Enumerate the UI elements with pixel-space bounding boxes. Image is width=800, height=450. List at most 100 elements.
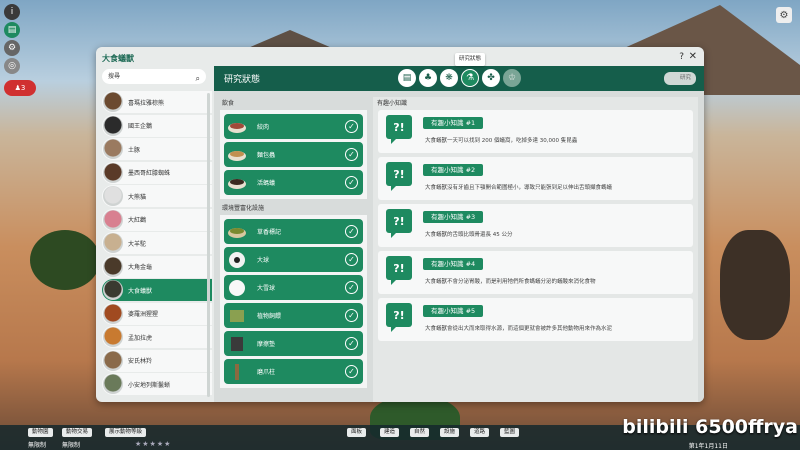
research-item[interactable]: 麵包蟲 ✓ (224, 142, 363, 167)
settings-icon[interactable]: ⚙ (4, 40, 20, 56)
zoopedia-icon[interactable]: ▤ (4, 22, 20, 38)
research-item[interactable]: 大球 ✓ (224, 247, 363, 272)
background-rock (720, 230, 790, 340)
fun-fact-title: 有趣小知識 #2 (423, 164, 484, 176)
panel-header: 研究狀態 ▤ ♣ ❋ ⚗ ✤ ♔ 研究 (214, 66, 704, 91)
species-label: 土豚 (128, 146, 141, 154)
species-label: 大食蟻獸 (128, 287, 153, 295)
species-item[interactable]: 大角金龜 (102, 255, 212, 278)
species-item[interactable]: 大熊貓 (102, 185, 212, 207)
question-bubble-icon: ?! (386, 303, 412, 332)
tool-facility-button[interactable]: 設施 (440, 428, 460, 437)
species-item[interactable]: 婆羅洲猩猩 (102, 302, 212, 325)
snowball-icon (227, 278, 247, 298)
check-icon: ✓ (345, 337, 358, 350)
species-label: 墨西哥紅膝蜘蛛 (128, 170, 171, 177)
fun-fact-card: ?! 有趣小知識 #4 大食蟻獸不會分泌胃酸，而是利用牠們所食螞蟻分泌的蟻酸來消化食… (378, 251, 693, 294)
species-label: 國王企鵝 (128, 123, 153, 130)
fun-fact-card: ?! 有趣小知識 #1 大食蟻獸一天可以找到 200 個蟻窩，吃掉多達 30,000… (378, 110, 693, 153)
flask-icon[interactable]: ⚗ (461, 69, 479, 87)
species-item[interactable]: 小安地列斯鬣蜥 (102, 373, 212, 395)
tree-icon[interactable]: ♣ (419, 69, 437, 87)
research-item[interactable]: 摩擦墊 ✓ (224, 331, 363, 356)
paw-print-icon[interactable]: ❋ (440, 69, 458, 87)
enrichment-label: 環境豐富化設施 (222, 205, 265, 212)
species-label: 大熊貓 (128, 193, 147, 201)
research-item[interactable]: 絞肉 ✓ (224, 114, 363, 139)
search-input[interactable]: 搜尋 ⌕ (102, 69, 206, 84)
globe-icon[interactable]: ◎ (4, 58, 20, 74)
question-bubble-icon: ?! (386, 162, 412, 191)
species-item[interactable]: 安氏林羚 (102, 349, 212, 372)
species-label: 大羊駝 (128, 240, 147, 248)
species-avatar (103, 115, 123, 136)
species-item[interactable]: 孟加拉虎 (102, 326, 212, 348)
document-icon[interactable]: ▤ (398, 69, 416, 87)
research-item[interactable]: 活螞蟻 ✓ (224, 170, 363, 195)
species-item[interactable]: 喜瑪拉雅棕熊 (102, 91, 212, 113)
species-avatar (103, 327, 123, 347)
search-icon: ⌕ (195, 74, 200, 83)
info-icon[interactable]: i (4, 4, 20, 20)
diet-section: 絞肉 ✓ 麵包蟲 ✓ 活螞蟻 ✓ (220, 110, 367, 199)
check-icon: ✓ (345, 309, 358, 322)
research-item[interactable]: 草香標記 ✓ (224, 219, 363, 244)
help-button[interactable]: ? (679, 52, 684, 62)
species-avatar (103, 139, 123, 159)
research-item-label: 活螞蟻 (257, 180, 276, 187)
list-scrollbar[interactable] (207, 93, 210, 397)
check-icon: ✓ (345, 120, 358, 133)
research-item[interactable]: 磨爪柱 ✓ (224, 359, 363, 384)
tool-blueprint-button[interactable]: 藍圖 (500, 428, 520, 437)
fun-fact-title: 有趣小知識 #5 (423, 305, 484, 317)
research-button[interactable]: 研究 (664, 72, 696, 85)
species-list[interactable]: 喜瑪拉雅棕熊國王企鵝土豚墨西哥紅膝蜘蛛 大熊貓大紅鸛大羊駝大角金龜大食蟻獸婆羅洲猩… (102, 91, 212, 397)
species-item[interactable]: 土豚 (102, 138, 212, 160)
meat-bowl-icon (227, 117, 247, 137)
species-item[interactable]: 大紅鸛 (102, 208, 212, 231)
check-icon: ✓ (345, 281, 358, 294)
species-avatar (103, 186, 123, 206)
tool-nature-button[interactable]: 自然 (410, 428, 430, 437)
fun-fact-text: 大食蟻獸一天可以找到 200 個蟻窩，吃掉多達 30,000 隻昆蟲 (425, 138, 578, 144)
trophy-icon[interactable]: ♔ (503, 69, 521, 87)
check-icon: ✓ (345, 225, 358, 238)
species-item[interactable]: 大食蟻獸 (102, 279, 212, 301)
research-item-label: 絞肉 (257, 124, 270, 131)
settings-gear-icon[interactable]: ⚙ (776, 7, 792, 23)
species-item[interactable]: 國王企鵝 (102, 114, 212, 137)
scratch-pad-icon (227, 334, 247, 354)
tool-path-button[interactable]: 道路 (470, 428, 490, 437)
background-tree (30, 230, 100, 290)
fun-fact-text: 大食蟻獸沒有牙齒且下顎開合範圍極小，導致只能張到足以伸出舌頭擷食螞蟻 (425, 185, 613, 191)
close-button[interactable]: ✕ (689, 51, 697, 62)
question-bubble-icon: ?! (386, 209, 412, 238)
paw-icon[interactable]: ✤ (482, 69, 500, 87)
species-item[interactable]: 小熊貓 (102, 396, 212, 397)
tool-panel-button[interactable]: 面板 (347, 428, 367, 437)
species-label: 孟加拉虎 (128, 334, 153, 342)
species-item[interactable]: 大羊駝 (102, 232, 212, 254)
animal-level-button[interactable]: 展示動物等級 (105, 428, 147, 437)
question-bubble-icon: ?! (386, 256, 412, 285)
check-icon: ✓ (345, 365, 358, 378)
species-item[interactable]: 墨西哥紅膝蜘蛛 (102, 161, 212, 184)
animal-trade-button[interactable]: 動物交易 (62, 428, 93, 437)
research-item-label: 磨爪柱 (257, 369, 276, 376)
species-avatar (103, 280, 123, 300)
species-avatar (103, 209, 123, 230)
check-icon: ✓ (345, 253, 358, 266)
research-item[interactable]: 大雪球 ✓ (224, 275, 363, 300)
fun-fact-title: 有趣小知識 #3 (423, 211, 484, 223)
diet-label: 飲食 (222, 100, 235, 107)
panel-tabs: ▤ ♣ ❋ ⚗ ✤ ♔ (398, 69, 521, 87)
zoo-button[interactable]: 動物園 (28, 428, 53, 437)
check-icon: ✓ (345, 176, 358, 189)
research-item[interactable]: 植物飼餵 ✓ (224, 303, 363, 328)
research-item-label: 麵包蟲 (257, 152, 276, 159)
tool-build-button[interactable]: 建造 (380, 428, 400, 437)
research-item-label: 大雪球 (257, 285, 276, 292)
alerts-badge[interactable]: ♟ 3 (4, 80, 36, 96)
fun-fact-card: ?! 有趣小知識 #3 大食蟻獸的舌頭比頭骨還長 45 公分 (378, 204, 693, 247)
plant-feeder-icon (227, 306, 247, 326)
